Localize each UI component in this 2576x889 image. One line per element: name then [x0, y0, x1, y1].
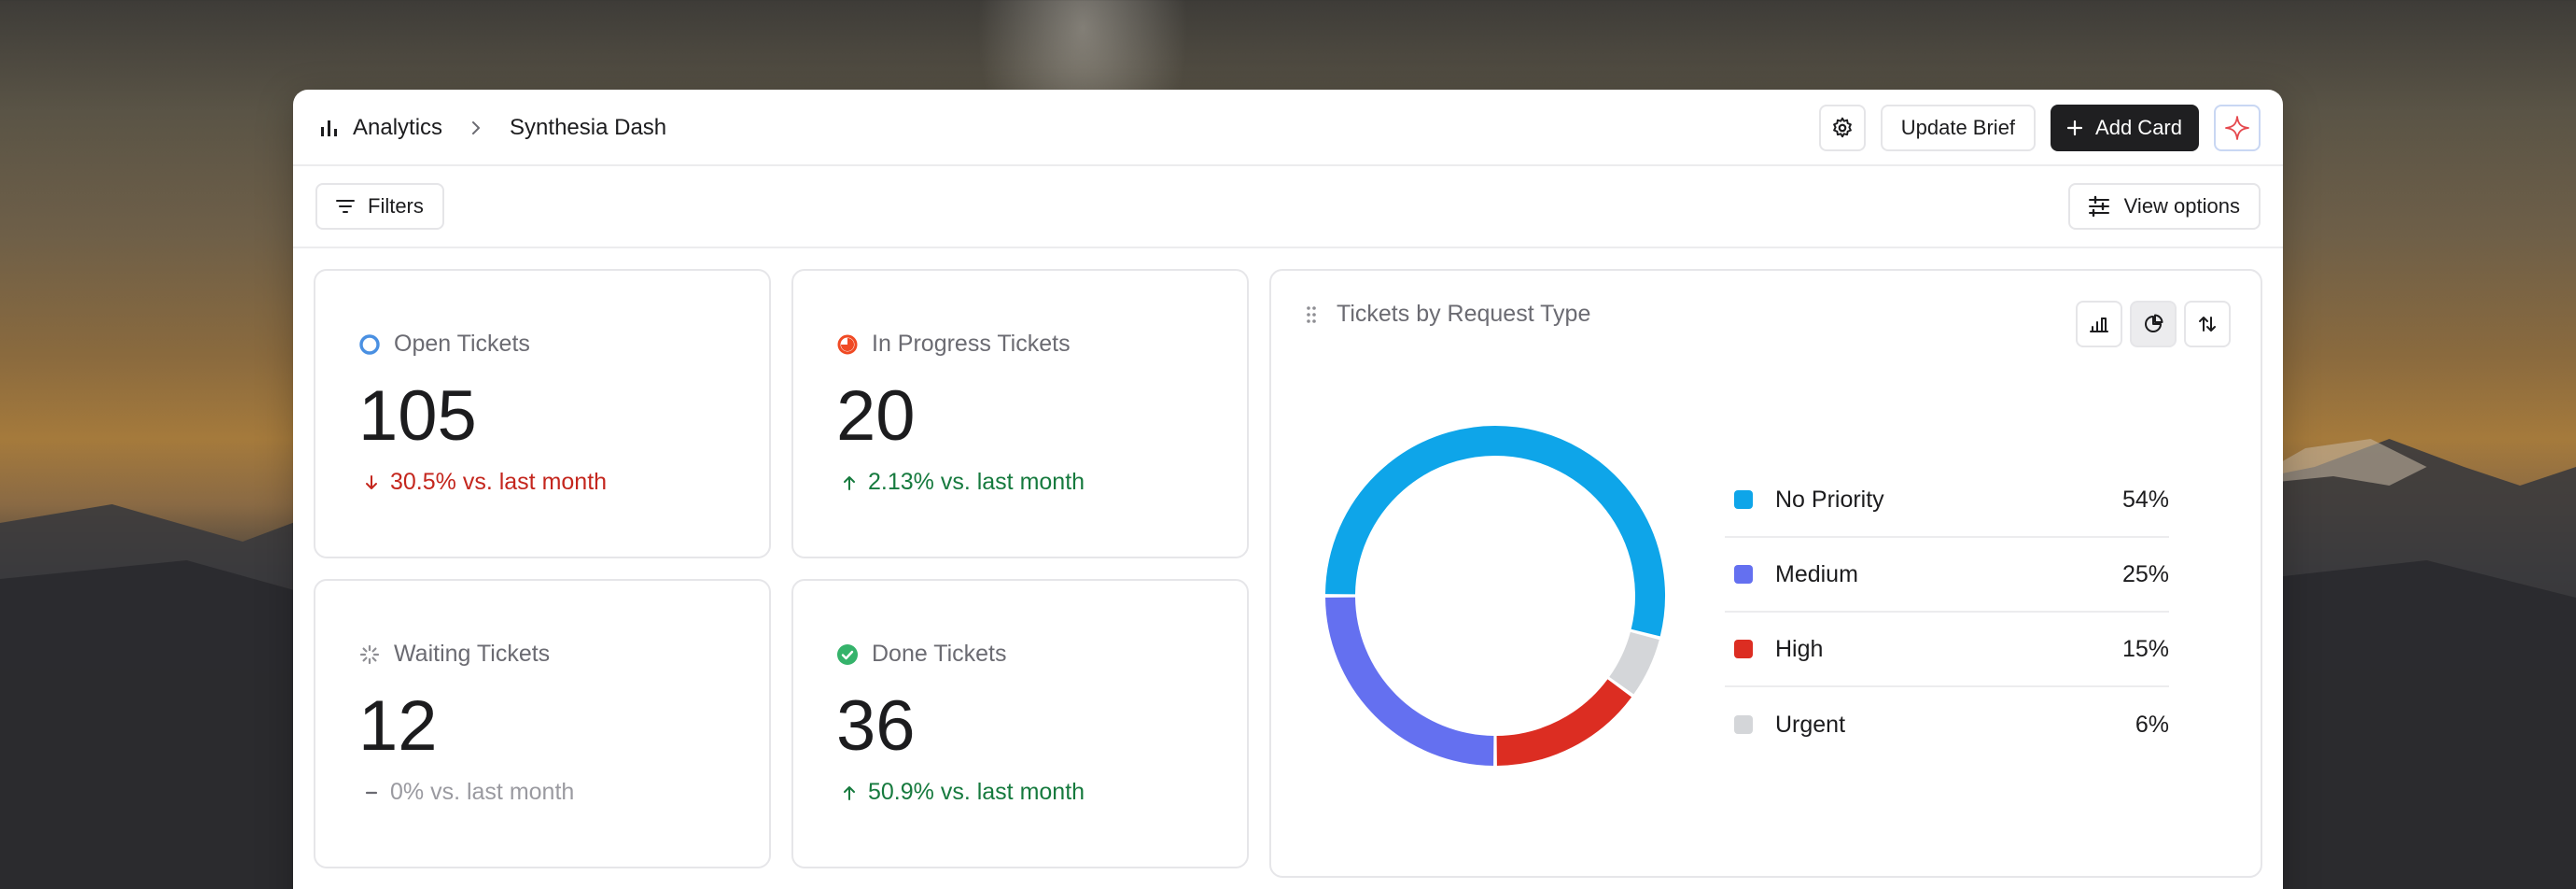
arrow-up-icon [844, 785, 855, 800]
ai-assistant-button[interactable] [2214, 105, 2261, 151]
legend-item[interactable]: Urgent 6% [1725, 687, 2169, 762]
add-card-button[interactable]: Add Card [2051, 105, 2199, 151]
chart-title: Tickets by Request Type [1337, 301, 1591, 327]
waiting-tickets-value: 12 [358, 686, 438, 766]
done-tickets-value: 36 [836, 686, 916, 766]
chart-view-controls [2076, 301, 2231, 347]
chart-legend: No Priority 54% Medium 25% High 15% Urge… [1725, 463, 2169, 762]
plus-icon [2066, 120, 2083, 136]
chart-header: Tickets by Request Type [1305, 301, 1590, 328]
donut-chart [1325, 426, 1665, 766]
done-tickets-change-text: 50.9% vs. last month [868, 779, 1085, 805]
header-actions: Update Brief Add Card [1818, 105, 2261, 151]
sort-arrows-icon [2199, 317, 2216, 332]
top-bar: Analytics Synthesia Dash Update Brief Ad… [293, 90, 2283, 166]
open-tickets-value: 105 [358, 376, 477, 456]
in-progress-tickets-change: 2.13% vs. last month [840, 469, 1085, 496]
bar-chart-icon [2090, 318, 2108, 332]
donut-slice-urgent[interactable] [1609, 631, 1659, 695]
sort-button[interactable] [2184, 301, 2231, 347]
add-card-label: Add Card [2095, 116, 2182, 139]
open-tickets-label: Open Tickets [394, 331, 530, 357]
breadcrumb-analytics[interactable]: Analytics [353, 115, 442, 141]
legend-swatch [1734, 565, 1753, 584]
open-tickets-card[interactable]: Open Tickets 105 30.5% vs. last month [314, 269, 771, 558]
pie-chart-icon [2145, 314, 2163, 332]
dashboard-panel: Analytics Synthesia Dash Update Brief Ad… [293, 90, 2283, 889]
legend-label: No Priority [1775, 486, 1884, 513]
waiting-tickets-title: Waiting Tickets [358, 641, 550, 668]
chevron-right-icon [472, 121, 481, 134]
in-progress-tickets-card[interactable]: In Progress Tickets 20 2.13% vs. last mo… [791, 269, 1249, 558]
legend-swatch [1734, 715, 1753, 734]
filters-label: Filters [368, 194, 424, 218]
arrow-down-icon [366, 474, 377, 489]
in-progress-tickets-change-text: 2.13% vs. last month [868, 469, 1085, 495]
waiting-tickets-card[interactable]: Waiting Tickets 12 0% vs. last month [314, 579, 771, 868]
filter-toolbar: Filters View options [293, 166, 2283, 248]
breadcrumb-current-page: Synthesia Dash [510, 115, 667, 140]
legend-percent: 54% [2121, 486, 2169, 513]
legend-label: Urgent [1775, 711, 1846, 738]
filters-button[interactable]: Filters [315, 183, 444, 230]
drag-handle-icon[interactable] [1305, 304, 1318, 325]
in-progress-tickets-title: In Progress Tickets [836, 331, 1071, 358]
request-type-chart-card: Tickets by Request Type No Priority 54% … [1269, 269, 2262, 878]
minus-icon [365, 791, 378, 794]
legend-swatch [1734, 640, 1753, 658]
open-tickets-change-text: 30.5% vs. last month [390, 469, 608, 495]
in-progress-tickets-value: 20 [836, 376, 916, 456]
legend-label: Medium [1775, 560, 1858, 587]
breadcrumb: Analytics Synthesia Dash [317, 90, 666, 166]
view-options-button[interactable]: View options [2067, 183, 2261, 230]
legend-percent: 25% [2121, 560, 2169, 587]
half-circle-icon [837, 334, 858, 354]
waiting-tickets-change: 0% vs. last month [362, 779, 574, 806]
done-tickets-title: Done Tickets [836, 641, 1007, 668]
in-progress-tickets-label: In Progress Tickets [872, 331, 1071, 357]
donut-slice-high[interactable] [1496, 679, 1632, 766]
legend-item[interactable]: Medium 25% [1725, 538, 2169, 613]
settings-button[interactable] [1818, 105, 1866, 151]
done-tickets-label: Done Tickets [872, 641, 1007, 667]
sliders-icon [2088, 195, 2109, 218]
arrow-up-icon [844, 475, 855, 490]
legend-swatch [1734, 490, 1753, 509]
legend-percent: 6% [2135, 711, 2169, 738]
pie-view-button[interactable] [2130, 301, 2177, 347]
legend-label: High [1775, 635, 1824, 662]
donut-slice-no-priority[interactable] [1325, 426, 1665, 637]
gear-icon [1832, 117, 1852, 138]
bar-chart-icon [321, 120, 337, 136]
sparkle-icon [2225, 116, 2249, 140]
loader-icon [359, 644, 380, 664]
donut-slice-medium[interactable] [1325, 597, 1494, 766]
waiting-tickets-change-text: 0% vs. last month [390, 779, 575, 805]
legend-item[interactable]: High 15% [1725, 613, 2169, 687]
update-brief-button[interactable]: Update Brief [1880, 105, 2037, 151]
done-tickets-change: 50.9% vs. last month [840, 779, 1085, 806]
done-tickets-card[interactable]: Done Tickets 36 50.9% vs. last month [791, 579, 1249, 868]
legend-item[interactable]: No Priority 54% [1725, 463, 2169, 538]
check-circle-icon [837, 643, 858, 665]
view-options-label: View options [2123, 194, 2240, 218]
open-tickets-title: Open Tickets [358, 331, 530, 358]
filter-icon [336, 200, 355, 213]
bar-view-button[interactable] [2076, 301, 2122, 347]
waiting-tickets-label: Waiting Tickets [394, 641, 551, 667]
legend-percent: 15% [2121, 635, 2169, 662]
circle-outline-icon [359, 333, 380, 355]
open-tickets-change: 30.5% vs. last month [362, 469, 607, 496]
